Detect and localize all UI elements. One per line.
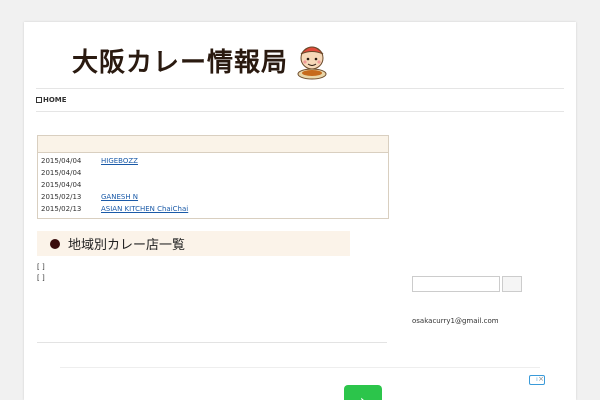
news-header xyxy=(38,136,388,153)
section-title: 地域別カレー店一覧 xyxy=(68,238,186,253)
home-icon xyxy=(36,97,42,103)
news-item: 2015/04/04 xyxy=(41,179,388,191)
news-list: 2015/04/04 HIGEBOZZ 2015/04/04 2015/04/0… xyxy=(38,153,388,215)
page-container: 大阪カレー情報局 HOME 2015/04/04 HIGEBOZZ 2015/0… xyxy=(24,22,576,400)
nav-item-home[interactable]: HOME xyxy=(36,96,67,104)
section-heading: 地域別カレー店一覧 xyxy=(37,231,350,256)
news-item: 2015/02/13 ASIAN KITCHEN ChaiChai xyxy=(41,203,388,215)
contact-email[interactable]: osakacurry1@gmail.com xyxy=(412,317,499,325)
region-list: [ ] [ ] xyxy=(37,262,387,283)
news-date: 2015/02/13 xyxy=(41,193,82,201)
news-date: 2015/02/13 xyxy=(41,205,82,213)
news-box: 2015/04/04 HIGEBOZZ 2015/04/04 2015/04/0… xyxy=(37,135,389,219)
news-link[interactable]: HIGEBOZZ xyxy=(101,157,138,165)
main-nav: HOME xyxy=(36,88,564,112)
close-icon[interactable]: × xyxy=(537,375,545,383)
news-link[interactable]: GANESH N xyxy=(101,193,138,201)
chevron-right-icon: › xyxy=(359,390,367,400)
news-item: 2015/02/13 GANESH N xyxy=(41,191,388,203)
region-line: [ ] xyxy=(37,273,45,282)
news-date: 2015/04/04 xyxy=(41,169,82,177)
ad-divider xyxy=(60,367,540,368)
content-divider xyxy=(37,342,387,343)
nav-item-label: HOME xyxy=(43,96,67,104)
search-button[interactable] xyxy=(502,276,522,292)
news-item: 2015/04/04 xyxy=(41,167,388,179)
site-logo[interactable]: 大阪カレー情報局 xyxy=(72,36,330,84)
news-date: 2015/04/04 xyxy=(41,181,82,189)
ad-next-button[interactable]: › xyxy=(344,385,382,400)
news-date: 2015/04/04 xyxy=(41,157,82,165)
region-line: [ ] xyxy=(37,263,45,271)
curry-mascot-icon xyxy=(297,46,327,80)
site-logo-text: 大阪カレー情報局 xyxy=(72,47,289,78)
news-link[interactable]: ASIAN KITCHEN ChaiChai xyxy=(101,205,188,213)
bullet-dot-icon xyxy=(50,238,60,249)
news-item: 2015/04/04 HIGEBOZZ xyxy=(41,155,388,167)
search-input[interactable] xyxy=(412,276,500,292)
